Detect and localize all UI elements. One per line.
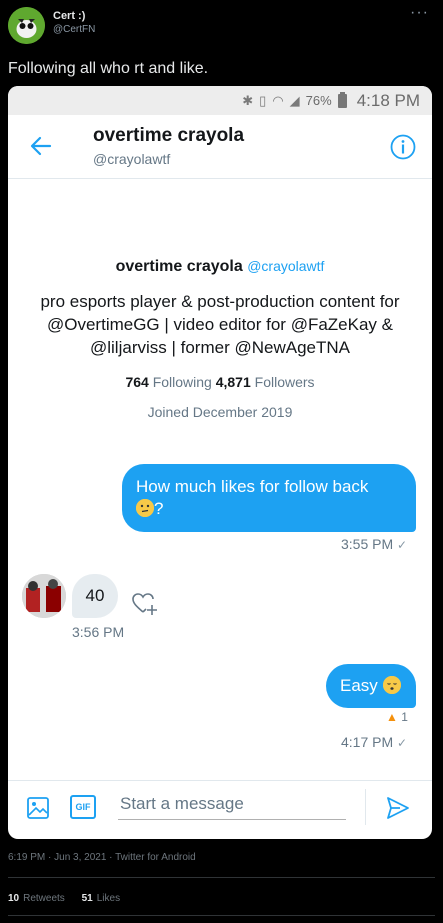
message-timestamp: 4:17 PM: [341, 734, 394, 750]
sleeping-face-emoji-icon: [382, 676, 401, 694]
dm-header: overtime crayola @crayolawtf: [8, 115, 432, 179]
profile-name[interactable]: overtime crayola: [116, 258, 243, 275]
wifi-icon: ◠: [272, 92, 284, 108]
message-timestamp: 3:55 PM: [341, 536, 394, 552]
back-arrow-icon[interactable]: [28, 133, 54, 159]
profile-handle[interactable]: @crayolawtf: [247, 258, 324, 274]
followers-label[interactable]: Followers: [255, 374, 315, 390]
message-suffix: ?: [154, 499, 164, 518]
fire-emoji-icon: ▲: [386, 710, 398, 724]
sender-avatar[interactable]: [22, 574, 66, 618]
image-icon[interactable]: [26, 796, 50, 820]
gif-icon[interactable]: GIF: [70, 795, 96, 819]
message-timestamp: 3:56 PM: [72, 624, 125, 640]
message-text: Easy: [340, 676, 378, 695]
profile-stats: 764 Following 4,871 Followers: [8, 374, 432, 390]
phone-status-bar: ✱ ▯ ◠ ◢ 76% 4:18 PM: [8, 86, 432, 115]
profile-bio: pro esports player & post-production con…: [40, 292, 400, 357]
battery-percent: 76%: [305, 93, 332, 108]
reaction-count: 1: [401, 710, 408, 724]
sent-check-icon: ✓: [397, 538, 408, 552]
joined-date: Joined December 2019: [147, 404, 293, 420]
vibrate-icon: ▯: [259, 92, 267, 108]
message-time: 4:17 PM ✓: [341, 734, 407, 750]
message-composer: GIF: [8, 780, 432, 834]
conversation-name[interactable]: overtime crayola: [93, 125, 244, 147]
message-input[interactable]: [118, 788, 346, 820]
tweet-stats: 10 Retweets 51 Likes: [8, 893, 120, 904]
divider: [8, 915, 435, 916]
conversation-handle[interactable]: @crayolawtf: [93, 151, 170, 167]
retweets-label[interactable]: Retweets: [23, 893, 65, 904]
profile-summary: overtime crayola @crayolawtf pro esports…: [8, 258, 432, 420]
author-handle[interactable]: @CertFN: [53, 24, 95, 35]
bluetooth-icon: ✱: [242, 92, 254, 108]
author-name[interactable]: Cert :): [53, 10, 95, 22]
sent-check-icon: ✓: [397, 736, 408, 750]
message-time: 3:55 PM ✓: [341, 536, 407, 552]
likes-count[interactable]: 51: [82, 893, 93, 904]
signal-icon: ◢: [289, 92, 300, 108]
attached-screenshot[interactable]: ✱ ▯ ◠ ◢ 76% 4:18 PM overtime crayola @cr…: [8, 86, 432, 839]
more-options-icon[interactable]: ···: [410, 4, 429, 22]
message-bubble-outgoing[interactable]: How much likes for follow back ?: [122, 464, 416, 532]
info-icon[interactable]: [390, 134, 416, 160]
followers-count[interactable]: 4,871: [216, 374, 251, 390]
divider: [8, 877, 435, 878]
tweet-text: Following all who rt and like.: [8, 60, 209, 77]
retweets-count[interactable]: 10: [8, 893, 19, 904]
likes-label[interactable]: Likes: [97, 893, 120, 904]
following-label[interactable]: Following: [153, 374, 212, 390]
send-icon[interactable]: [385, 795, 411, 821]
tweet-timestamp[interactable]: 6:19 PM · Jun 3, 2021 · Twitter for Andr…: [8, 852, 196, 863]
message-text: How much likes for follow back: [136, 477, 369, 496]
battery-icon: [337, 91, 347, 108]
message-bubble-incoming[interactable]: 40: [72, 574, 118, 618]
phone-clock: 4:18 PM: [356, 90, 420, 110]
message-bubble-outgoing[interactable]: Easy: [326, 664, 416, 708]
composer-divider: [365, 789, 366, 825]
following-count[interactable]: 764: [125, 374, 148, 390]
message-reaction[interactable]: ▲ 1: [386, 710, 408, 724]
heart-add-reaction-icon[interactable]: [130, 590, 158, 618]
confused-face-emoji-icon: [136, 499, 154, 517]
author-avatar[interactable]: [8, 7, 45, 44]
